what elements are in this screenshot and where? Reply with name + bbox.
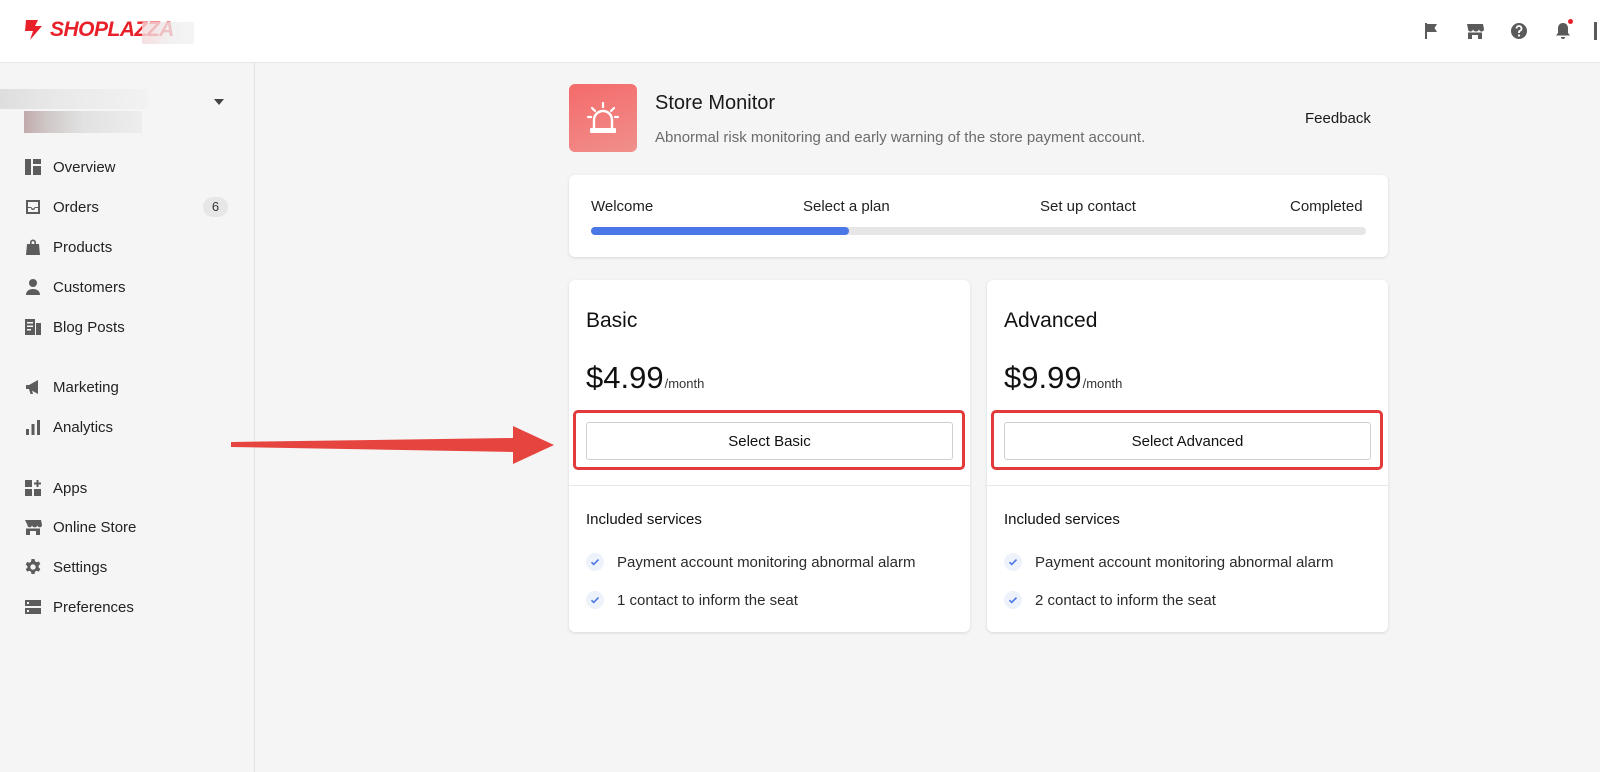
- page-description: Abnormal risk monitoring and early warni…: [655, 129, 1146, 146]
- progress-fill: [591, 227, 850, 235]
- divider: [569, 485, 970, 486]
- step-set-up-contact: Set up contact: [1040, 198, 1136, 215]
- settings-icon: [25, 559, 41, 574]
- progress-bar: [591, 227, 1366, 235]
- products-icon: [26, 239, 40, 255]
- price-amount: $9.99: [1004, 360, 1082, 395]
- plan-card-advanced: Advanced $9.99 /month Select Advanced In…: [987, 280, 1388, 632]
- step-select-plan: Select a plan: [803, 198, 890, 215]
- top-icons: [1418, 18, 1600, 44]
- sidebar-item-label: Marketing: [53, 378, 119, 396]
- check-icon: [1004, 591, 1022, 609]
- bell-icon[interactable]: [1550, 18, 1576, 44]
- price-period: /month: [664, 376, 705, 391]
- online-store-icon: [25, 520, 42, 535]
- flag-icon[interactable]: [1418, 18, 1444, 44]
- sidebar-item-online-store[interactable]: Online Store: [24, 513, 234, 541]
- analytics-icon: [26, 420, 40, 435]
- service-item: 2 contact to inform the seat: [1004, 591, 1216, 609]
- price-amount: $4.99: [586, 360, 664, 395]
- step-welcome: Welcome: [591, 198, 654, 215]
- feedback-button[interactable]: Feedback: [1305, 110, 1371, 127]
- sidebar-item-label: Blog Posts: [53, 318, 125, 336]
- sidebar-item-analytics[interactable]: Analytics: [24, 413, 234, 441]
- sidebar-item-label: Products: [53, 238, 113, 256]
- plan-name: Basic: [586, 309, 638, 332]
- notification-dot: [1568, 19, 1573, 24]
- sidebar: Overview Orders 6 Products Customers Blo…: [0, 63, 255, 772]
- apps-icon: [25, 480, 41, 496]
- service-label: Payment account monitoring abnormal alar…: [617, 553, 916, 571]
- service-label: 2 contact to inform the seat: [1035, 591, 1216, 609]
- services-title: Included services: [586, 511, 702, 528]
- sidebar-item-settings[interactable]: Settings: [24, 553, 234, 581]
- plan-name: Advanced: [1004, 309, 1098, 332]
- sidebar-item-overview[interactable]: Overview: [24, 153, 234, 181]
- sidebar-item-customers[interactable]: Customers: [24, 273, 234, 301]
- store-monitor-app-icon: [569, 84, 637, 152]
- annotation-arrow-icon: [231, 426, 554, 464]
- plan-price: $4.99 /month: [586, 360, 704, 396]
- alarm-icon: [586, 101, 620, 133]
- store-name-redacted: [0, 89, 148, 109]
- service-label: Payment account monitoring abnormal alar…: [1035, 553, 1334, 571]
- price-period: /month: [1082, 376, 1123, 391]
- sidebar-item-preferences[interactable]: Preferences: [24, 593, 234, 621]
- preferences-icon: [25, 600, 41, 614]
- sidebar-item-apps[interactable]: Apps: [24, 474, 234, 502]
- select-advanced-button[interactable]: Select Advanced: [1004, 422, 1371, 460]
- store-icon[interactable]: [1462, 18, 1488, 44]
- help-icon[interactable]: [1506, 18, 1532, 44]
- sidebar-item-label: Customers: [53, 278, 126, 296]
- service-item: 1 contact to inform the seat: [586, 591, 798, 609]
- chevron-down-icon: [214, 99, 224, 105]
- services-title: Included services: [1004, 511, 1120, 528]
- page-title: Store Monitor: [655, 92, 776, 114]
- overflow-edge: [1594, 22, 1600, 40]
- shoplazza-logo-icon: [25, 20, 42, 40]
- service-item: Payment account monitoring abnormal alar…: [1004, 553, 1333, 571]
- store-name-redacted: [142, 22, 194, 44]
- customers-icon: [26, 279, 40, 295]
- overview-icon: [25, 159, 41, 175]
- plan-card-basic: Basic $4.99 /month Select Basic Included…: [569, 280, 970, 632]
- service-item: Payment account monitoring abnormal alar…: [586, 553, 915, 571]
- check-icon: [1004, 553, 1022, 571]
- marketing-icon: [26, 380, 38, 394]
- blog-icon: [25, 319, 41, 335]
- top-bar: SHOPLAZZA: [0, 0, 1600, 63]
- check-icon: [586, 553, 604, 571]
- service-label: 1 contact to inform the seat: [617, 591, 798, 609]
- sidebar-item-products[interactable]: Products: [24, 233, 234, 261]
- check-icon: [586, 591, 604, 609]
- sidebar-item-label: Settings: [53, 558, 108, 576]
- orders-count-badge: 6: [203, 197, 228, 217]
- sidebar-item-orders[interactable]: Orders 6: [24, 193, 234, 221]
- orders-icon: [26, 200, 40, 214]
- setup-steps: Welcome Select a plan Set up contact Com…: [569, 175, 1388, 257]
- sidebar-item-label: Preferences: [53, 598, 134, 616]
- sidebar-item-blog-posts[interactable]: Blog Posts: [24, 313, 234, 341]
- select-basic-button[interactable]: Select Basic: [586, 422, 953, 460]
- plan-price: $9.99 /month: [1004, 360, 1122, 396]
- step-completed: Completed: [1290, 198, 1363, 215]
- sidebar-item-label: Online Store: [53, 518, 137, 536]
- divider: [987, 485, 1388, 486]
- store-url-redacted: [24, 111, 142, 133]
- sidebar-item-label: Analytics: [53, 418, 114, 436]
- sidebar-item-label: Orders: [53, 198, 99, 216]
- store-switcher[interactable]: [0, 77, 255, 133]
- sidebar-item-label: Apps: [53, 479, 88, 497]
- sidebar-item-label: Overview: [53, 158, 116, 176]
- sidebar-item-marketing[interactable]: Marketing: [24, 373, 234, 401]
